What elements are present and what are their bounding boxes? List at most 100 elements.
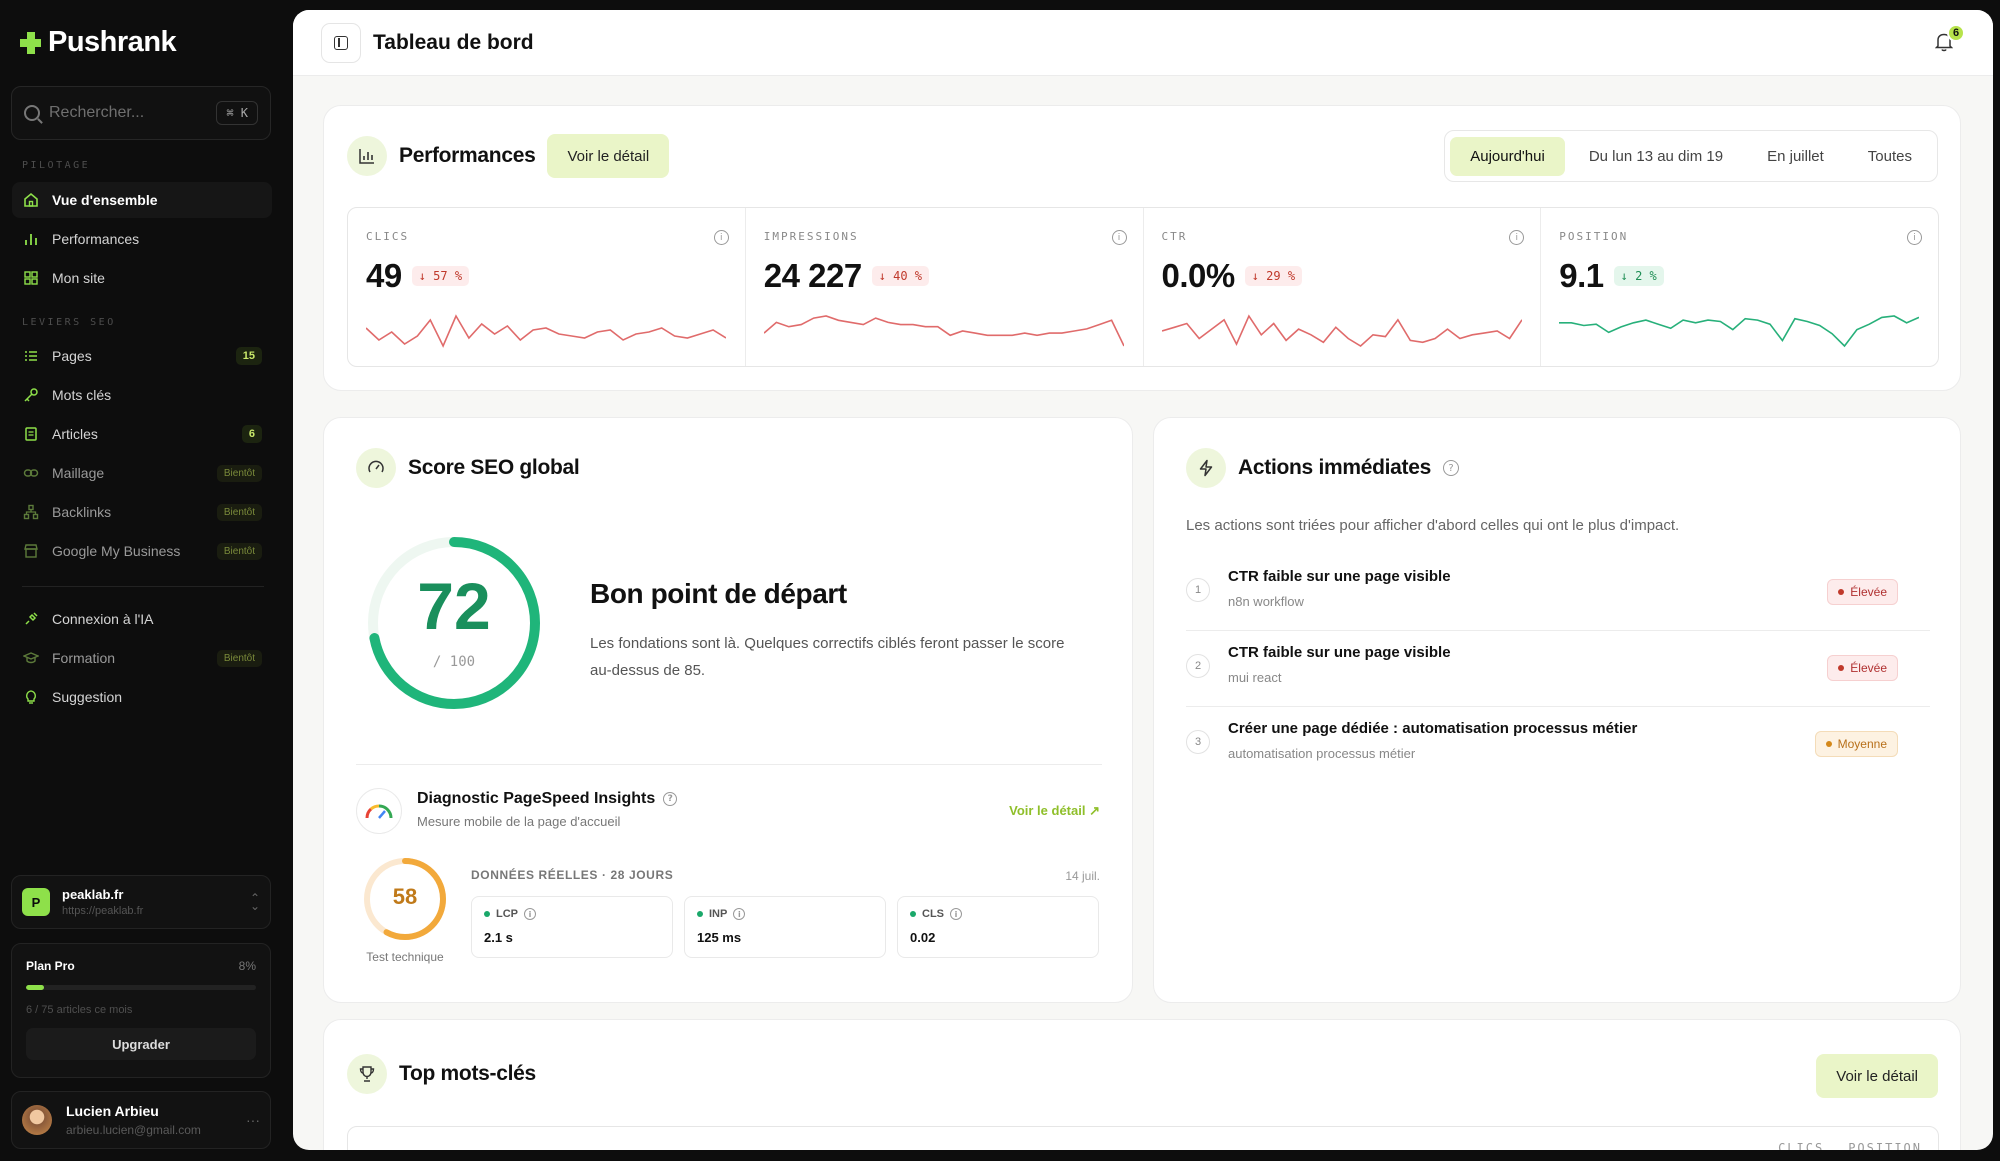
coming-soon-badge: Bientôt — [216, 464, 262, 482]
sidebar-toggle-button[interactable] — [321, 22, 361, 63]
sidebar-item-label: Formation — [52, 650, 116, 666]
sidebar-item-mon-site[interactable]: Mon site — [12, 260, 272, 296]
real-data-label: DONNÉES RÉELLES · 28 JOURS — [471, 868, 674, 882]
sidebar-item-overview[interactable]: Vue d'ensemble — [12, 182, 272, 218]
sidebar-item-label: Mots clés — [52, 387, 112, 403]
sidebar-item-google-my-business[interactable]: Google My Business Bientôt — [12, 533, 272, 569]
column-header-clicks[interactable]: CLICS — [1778, 1141, 1824, 1150]
kpi-label: CLICS — [366, 230, 410, 243]
more-icon[interactable]: ··· — [246, 1112, 260, 1128]
user-menu[interactable]: Lucien Arbieu arbieu.lucien@gmail.com ··… — [11, 1091, 271, 1149]
sidebar-item-label: Performances — [52, 231, 140, 247]
info-icon[interactable]: i — [524, 908, 536, 920]
action-rank: 1 — [1186, 578, 1210, 602]
info-icon[interactable]: i — [950, 908, 962, 920]
pagespeed-subtitle: Mesure mobile de la page d'accueil — [417, 814, 621, 829]
lightbulb-icon — [22, 689, 39, 706]
section-label-pilotage: PILOTAGE — [22, 160, 91, 171]
sidebar-item-performances[interactable]: Performances — [12, 221, 272, 257]
sidebar-item-articles[interactable]: Articles 6 — [12, 416, 272, 452]
kpi-delta: ↓ 40 % — [871, 266, 930, 286]
sidebar-divider — [22, 586, 264, 587]
store-icon — [22, 543, 39, 560]
action-item[interactable]: 2 CTR faible sur une page visible mui re… — [1186, 631, 1930, 707]
metric-name: CLS — [922, 908, 944, 920]
kpi-clics[interactable]: CLICS i 49 ↓ 57 % — [348, 208, 746, 366]
status-dot — [697, 911, 703, 917]
kpi-ctr[interactable]: CTR i 0.0% ↓ 29 % — [1144, 208, 1542, 366]
sidebar-item-mots-cles[interactable]: Mots clés — [12, 377, 272, 413]
graduation-icon — [22, 650, 39, 667]
sidebar-item-backlinks[interactable]: Backlinks Bientôt — [12, 494, 272, 530]
seo-score-value: 72 — [417, 569, 491, 643]
upgrade-button[interactable]: Upgrader — [26, 1028, 256, 1060]
sidebar-item-maillage[interactable]: Maillage Bientôt — [12, 455, 272, 491]
period-month[interactable]: En juillet — [1747, 137, 1844, 176]
metric-inp: INP i 125 ms — [684, 896, 886, 958]
action-item[interactable]: 3 Créer une page dédiée : automatisation… — [1186, 707, 1930, 783]
period-all[interactable]: Toutes — [1848, 137, 1932, 176]
action-rank: 3 — [1186, 730, 1210, 754]
kpi-impressions[interactable]: IMPRESSIONS i 24 227 ↓ 40 % — [746, 208, 1144, 366]
pagespeed-title-row: Diagnostic PageSpeed Insights ? — [417, 790, 678, 808]
period-selector: Aujourd'hui Du lun 13 au dim 19 En juill… — [1444, 130, 1938, 182]
action-rank: 2 — [1186, 654, 1210, 678]
sidebar-item-label: Suggestion — [52, 689, 123, 705]
list-icon — [22, 348, 39, 365]
metric-value: 0.02 — [910, 930, 936, 945]
bar-chart-icon — [347, 136, 387, 176]
coming-soon-badge: Bientôt — [216, 503, 262, 521]
kpi-position[interactable]: POSITION i 9.1 ↓ 2 % — [1541, 208, 1938, 366]
section-label-leviers: LEVIERS SEO — [22, 317, 116, 328]
kpi-value: 9.1 — [1559, 257, 1604, 294]
performances-title: Performances — [399, 144, 536, 167]
info-icon[interactable]: i — [733, 908, 746, 920]
plan-percent: 8% — [238, 959, 256, 973]
period-today[interactable]: Aujourd'hui — [1450, 136, 1565, 176]
sidebar-item-label: Mon site — [52, 270, 105, 286]
period-week[interactable]: Du lun 13 au dim 19 — [1569, 137, 1743, 176]
notification-badge: 6 — [1947, 24, 1965, 42]
column-header-position[interactable]: POSITION — [1848, 1141, 1922, 1150]
action-item[interactable]: 1 CTR faible sur une page visible n8n wo… — [1186, 555, 1930, 631]
seo-headline: Bon point de départ — [590, 578, 847, 609]
search-input[interactable] — [49, 104, 209, 122]
sidebar-item-pages[interactable]: Pages 15 — [12, 338, 272, 374]
help-icon[interactable]: ? — [663, 792, 678, 806]
action-title: CTR faible sur une page visible — [1228, 568, 1451, 585]
sidebar-item-label: Articles — [52, 426, 98, 442]
arrow-up-right-icon: ↗ — [1089, 803, 1100, 818]
site-switcher[interactable]: P peaklab.fr https://peaklab.fr ⌃ ⌄ — [11, 875, 271, 929]
action-title: Créer une page dédiée : automatisation p… — [1228, 720, 1638, 737]
help-icon[interactable]: ? — [1443, 460, 1459, 476]
plan-usage: 6 / 75 articles ce mois — [26, 1004, 133, 1016]
sparkline-clics — [366, 314, 726, 348]
seo-description: Les fondations sont là. Quelques correct… — [590, 635, 1065, 679]
sidebar-item-suggestion[interactable]: Suggestion — [12, 679, 272, 715]
user-email: arbieu.lucien@gmail.com — [66, 1123, 201, 1137]
panel-left-icon — [334, 35, 348, 50]
performances-detail-button[interactable]: Voir le détail — [547, 134, 670, 178]
metric-name: LCP — [496, 908, 518, 920]
search-shortcut: ⌘ K — [216, 101, 258, 125]
action-subtitle: n8n workflow — [1228, 594, 1304, 609]
search-box[interactable]: ⌘ K — [11, 86, 271, 140]
info-icon[interactable]: i — [1907, 230, 1922, 245]
action-subtitle: automatisation processus métier — [1228, 746, 1416, 761]
main-content: Tableau de bord 6 Performances Voir le d… — [293, 10, 1993, 1150]
brand-logo[interactable]: Pushrank — [20, 26, 177, 59]
priority-badge: Élevée — [1827, 579, 1898, 605]
kpi-grid: CLICS i 49 ↓ 57 % IMPRESSIONS i 24 227 ↓… — [347, 207, 1939, 367]
info-icon[interactable]: i — [713, 230, 729, 245]
top-bar: Tableau de bord 6 — [293, 10, 1993, 76]
actions-title: Actions immédiates — [1238, 456, 1431, 479]
pagespeed-detail-link[interactable]: Voir le détail ↗ — [1009, 803, 1100, 819]
sidebar-item-formation[interactable]: Formation Bientôt — [12, 640, 272, 676]
top-keywords-detail-button[interactable]: Voir le détail — [1816, 1054, 1938, 1098]
info-icon[interactable]: i — [1111, 230, 1127, 245]
home-icon — [22, 192, 39, 209]
brand-name: Pushrank — [48, 26, 177, 58]
pagespeed-score-label: Test technique — [366, 950, 444, 964]
top-keywords-title: Top mots-clés — [399, 1062, 536, 1085]
sidebar-item-connexion-ia[interactable]: Connexion à l'IA — [12, 601, 272, 637]
